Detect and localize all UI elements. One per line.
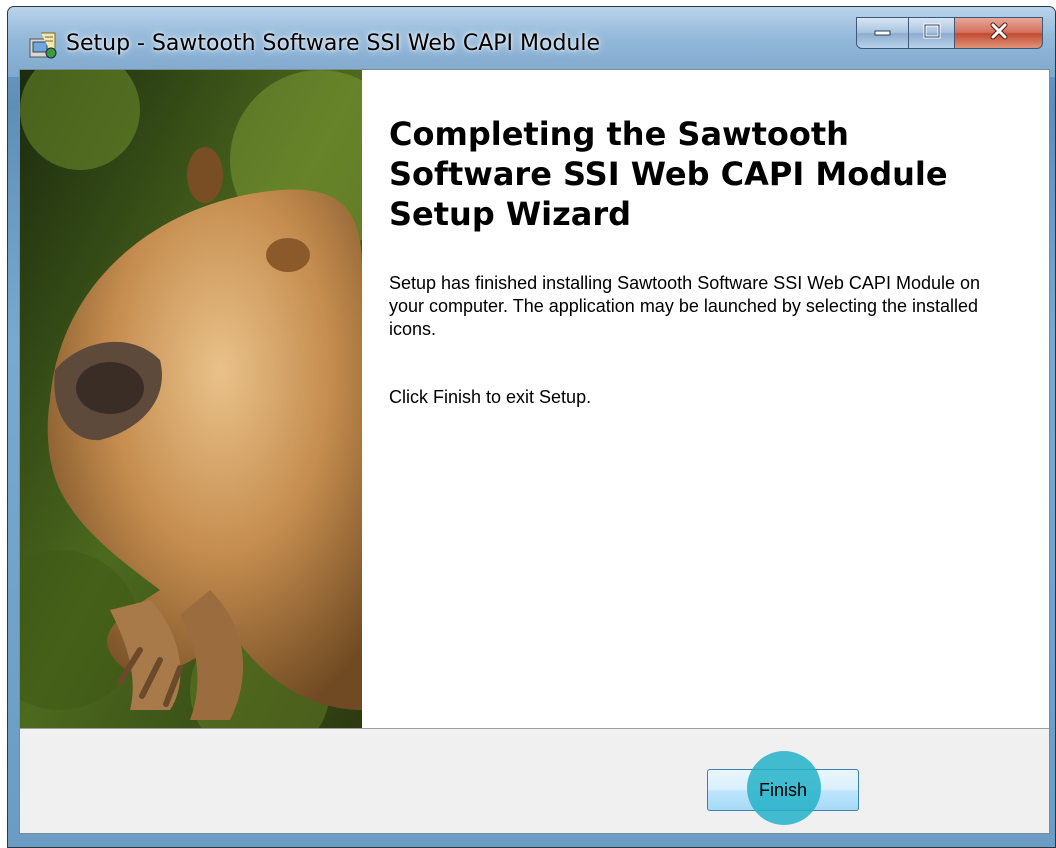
close-button[interactable] [955,17,1043,49]
wizard-footer: Finish Finish [20,729,1049,833]
window-title: Setup - Sawtooth Software SSI Web CAPI M… [66,31,601,56]
click-indicator [747,751,821,825]
minimize-button[interactable] [856,17,909,49]
maximize-icon [922,23,942,44]
capybara-photo-icon [20,70,362,728]
title-bar[interactable]: Setup - Sawtooth Software SSI Web CAPI M… [8,7,1055,77]
wizard-client-area: Completing the Sawtooth Software SSI Web… [19,69,1050,834]
minimize-icon [873,24,893,42]
completion-message: Setup has finished installing Sawtooth S… [389,273,981,339]
close-icon [988,22,1010,45]
wizard-heading: Completing the Sawtooth Software SSI Web… [389,115,948,233]
wizard-main-panel: Completing the Sawtooth Software SSI Web… [362,70,1049,728]
setup-app-icon [27,29,59,61]
exit-instruction: Click Finish to exit Setup. [389,387,592,407]
wizard-side-image [20,70,362,728]
maximize-button[interactable] [909,17,955,49]
window-controls [856,17,1043,51]
setup-window: Setup - Sawtooth Software SSI Web CAPI M… [7,6,1056,848]
